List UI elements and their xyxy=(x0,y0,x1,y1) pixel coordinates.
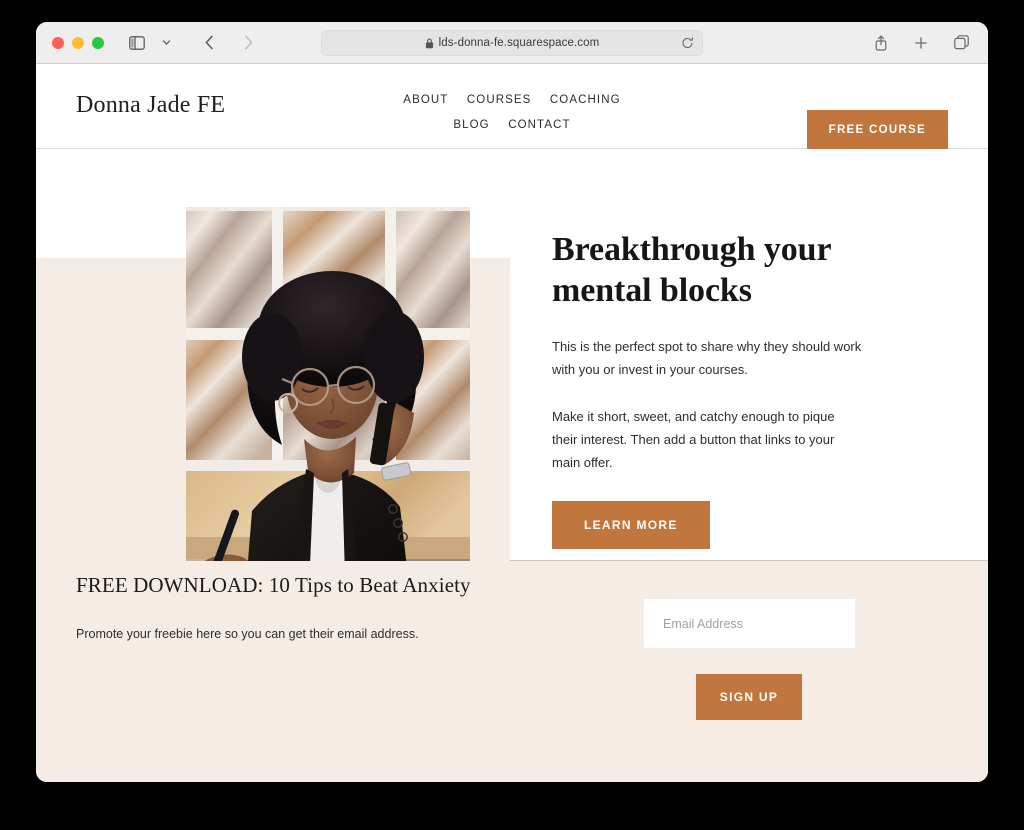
hero-copy: Breakthrough your mental blocks This is … xyxy=(552,229,862,549)
window-controls xyxy=(52,36,104,49)
learn-more-button[interactable]: LEARN MORE xyxy=(552,501,710,549)
optin-subtext: Promote your freebie here so you can get… xyxy=(76,627,419,641)
new-tab-icon[interactable] xyxy=(908,31,934,55)
address-bar[interactable]: lds-donna-fe.squarespace.com xyxy=(321,30,703,56)
minimize-window-button[interactable] xyxy=(72,36,84,49)
browser-toolbar-right xyxy=(868,31,974,55)
nav-item-about[interactable]: ABOUT xyxy=(403,89,448,112)
hero-heading: Breakthrough your mental blocks xyxy=(552,229,862,311)
lock-icon xyxy=(425,38,434,49)
safari-browser-window: lds-donna-fe.squarespace.com Donna Jade … xyxy=(36,22,988,782)
back-button[interactable] xyxy=(196,31,222,55)
hero-paragraph-2: Make it short, sweet, and catchy enough … xyxy=(552,409,835,470)
hero-paragraph-1: This is the perfect spot to share why th… xyxy=(552,339,862,377)
optin-heading: FREE DOWNLOAD: 10 Tips to Beat Anxiety xyxy=(76,573,471,597)
navigation-controls xyxy=(124,31,261,55)
nav-item-courses[interactable]: COURSES xyxy=(467,89,532,112)
nav-item-blog[interactable]: BLOG xyxy=(453,114,489,137)
hero-image xyxy=(186,207,470,611)
close-window-button[interactable] xyxy=(52,36,64,49)
tab-overview-icon[interactable] xyxy=(948,31,974,55)
url-text: lds-donna-fe.squarespace.com xyxy=(438,37,600,49)
optin-section: FREE DOWNLOAD: 10 Tips to Beat Anxiety P… xyxy=(36,561,988,782)
desktop-backdrop: lds-donna-fe.squarespace.com Donna Jade … xyxy=(0,0,1024,830)
hero-heading-line-1: Breakthrough your xyxy=(552,231,832,268)
hero-section: Breakthrough your mental blocks This is … xyxy=(36,149,988,611)
chevron-down-icon[interactable] xyxy=(153,31,179,55)
reload-button[interactable] xyxy=(681,37,694,50)
share-icon[interactable] xyxy=(868,31,894,55)
nav-item-contact[interactable]: CONTACT xyxy=(508,114,570,137)
hero-heading-line-2: mental blocks xyxy=(552,272,752,309)
site-logo[interactable]: Donna Jade FE xyxy=(76,92,225,119)
page-viewport: Donna Jade FE ABOUT COURSES COACHING BLO… xyxy=(36,64,988,782)
sidebar-toggle-icon[interactable] xyxy=(124,31,150,55)
free-course-button[interactable]: FREE COURSE xyxy=(806,110,948,150)
maximize-window-button[interactable] xyxy=(92,36,104,49)
woman-on-phone-writing-photo xyxy=(186,207,470,611)
signup-button[interactable]: SIGN UP xyxy=(696,674,802,720)
forward-button[interactable] xyxy=(235,31,261,55)
site-header: Donna Jade FE ABOUT COURSES COACHING BLO… xyxy=(36,64,988,150)
main-navigation: ABOUT COURSES COACHING BLOG CONTACT xyxy=(372,87,652,137)
email-input[interactable] xyxy=(644,599,855,648)
nav-item-coaching[interactable]: COACHING xyxy=(550,89,621,112)
browser-titlebar: lds-donna-fe.squarespace.com xyxy=(36,22,988,64)
